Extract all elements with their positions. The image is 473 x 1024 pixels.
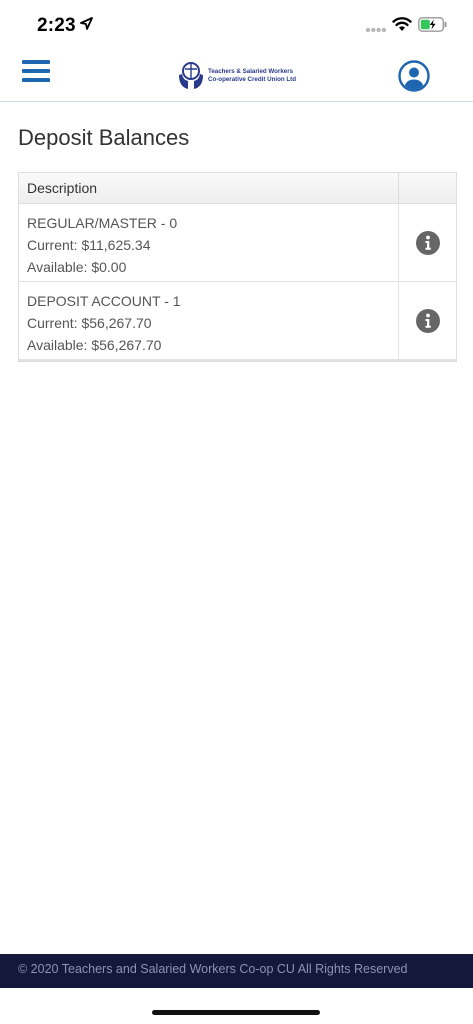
footer-copyright: © 2020 Teachers and Salaried Workers Co-… xyxy=(18,962,408,976)
user-profile-icon[interactable] xyxy=(398,60,430,92)
table-header-row: Description xyxy=(19,173,456,204)
credit-union-logo: Teachers & Salaried Workers Co-operative… xyxy=(176,61,306,91)
app-header: Teachers & Salaried Workers Co-operative… xyxy=(0,50,473,102)
info-icon[interactable] xyxy=(415,308,440,333)
account-name: DEPOSIT ACCOUNT - 1 xyxy=(27,293,181,309)
account-available-balance: Available: $0.00 xyxy=(27,259,127,275)
account-available-balance: Available: $56,267.70 xyxy=(27,337,162,353)
info-icon[interactable] xyxy=(415,230,440,255)
table-row[interactable]: DEPOSIT ACCOUNT - 1 Current: $56,267.70 … xyxy=(19,282,456,361)
account-action-cell xyxy=(399,282,456,359)
column-header-actions xyxy=(399,173,456,203)
table-row[interactable]: REGULAR/MASTER - 0 Current: $11,625.34 A… xyxy=(19,204,456,282)
logo-line-2: Co-operative Credit Union Ltd xyxy=(208,76,296,83)
home-indicator[interactable] xyxy=(152,1010,320,1015)
account-current-balance: Current: $11,625.34 xyxy=(27,237,151,253)
menu-icon-bar xyxy=(22,69,50,73)
column-header-description: Description xyxy=(19,173,399,203)
page-title: Deposit Balances xyxy=(18,125,190,150)
account-name: REGULAR/MASTER - 0 xyxy=(27,215,178,231)
menu-icon-bar xyxy=(22,60,50,64)
deposit-balances-table: Description REGULAR/MASTER - 0 Current: … xyxy=(18,172,457,362)
status-time: 2:23 xyxy=(37,15,76,36)
account-description-cell: REGULAR/MASTER - 0 Current: $11,625.34 A… xyxy=(19,204,399,281)
logo-line-1: Teachers & Salaried Workers xyxy=(208,68,294,75)
status-bar: 2:23 xyxy=(0,0,473,50)
menu-button[interactable] xyxy=(22,60,50,84)
page-footer: © 2020 Teachers and Salaried Workers Co-… xyxy=(0,954,473,988)
account-current-balance: Current: $56,267.70 xyxy=(27,315,152,331)
location-arrow-icon xyxy=(80,17,93,30)
wifi-icon xyxy=(392,17,412,31)
battery-icon xyxy=(418,17,447,32)
account-description-cell: DEPOSIT ACCOUNT - 1 Current: $56,267.70 … xyxy=(19,282,399,359)
hands-logo-icon xyxy=(179,62,203,89)
account-action-cell xyxy=(399,204,456,281)
menu-icon-bar xyxy=(22,78,50,82)
cellular-signal-icon xyxy=(365,27,387,33)
